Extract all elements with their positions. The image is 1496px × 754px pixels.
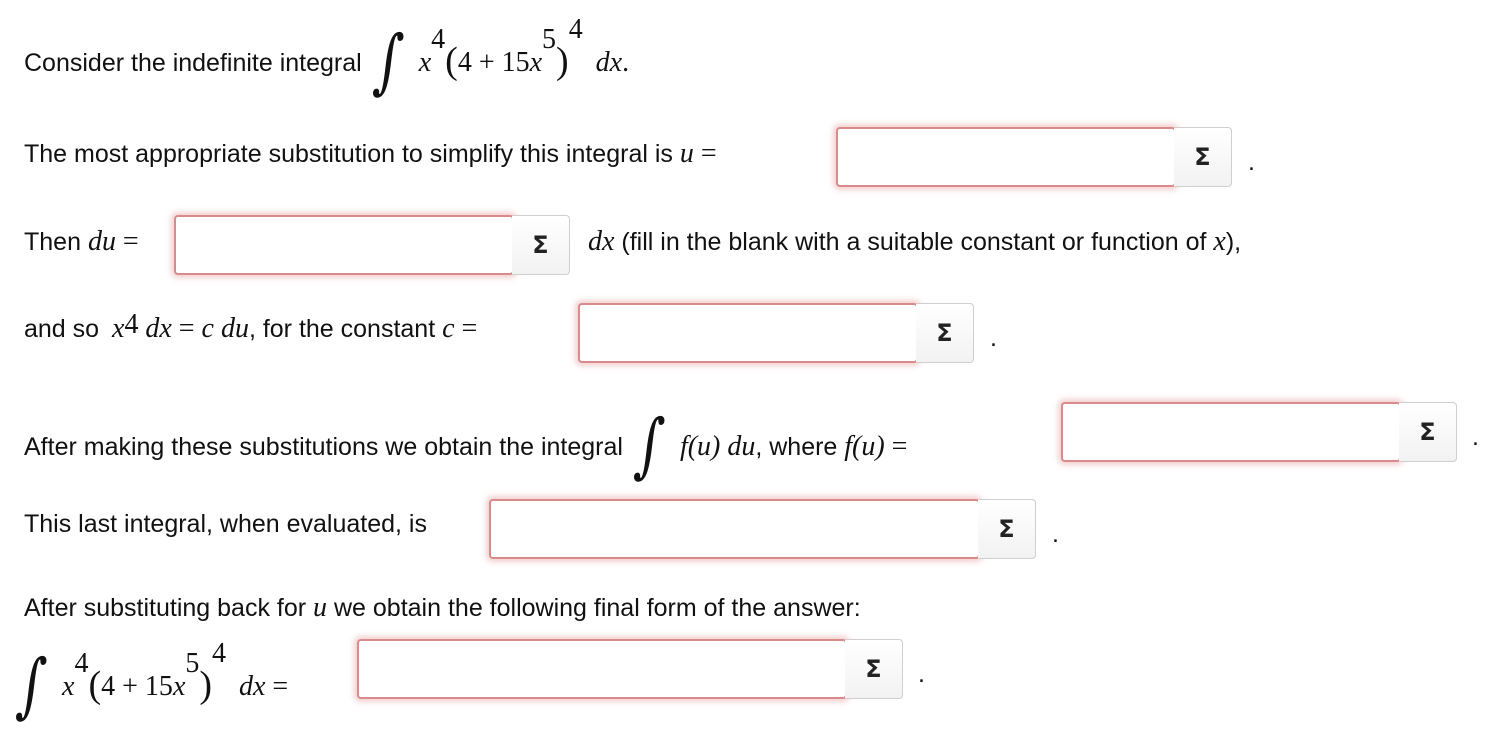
- close-paren: ): [556, 40, 569, 82]
- fu-symbol: f(u): [679, 431, 721, 462]
- dx-symbol: dx: [595, 47, 623, 78]
- var-u: u: [313, 592, 328, 623]
- constant-prompt: and so x4 dx = c du, for the constant c …: [24, 309, 478, 345]
- period: .: [622, 47, 630, 78]
- prompt-text: we obtain the following final form of th…: [334, 594, 861, 622]
- equals: =: [700, 138, 717, 169]
- fu-prompt: After making these substitutions we obta…: [24, 406, 908, 487]
- equals: =: [272, 671, 289, 702]
- prompt-text: and so: [24, 315, 100, 343]
- var-u: u: [679, 138, 694, 169]
- equals: =: [891, 431, 908, 462]
- var-x: x: [172, 671, 186, 702]
- prompt-text: , where: [755, 433, 838, 461]
- close-paren-comma: ),: [1225, 228, 1242, 256]
- prompt-text: (fill in the blank with a suitable const…: [621, 228, 1207, 256]
- du-symbol: du: [727, 431, 756, 462]
- sigma-icon: Σ: [532, 231, 549, 259]
- final-integral: ∫ x4(4 + 15x5)4 dx =: [14, 638, 289, 727]
- sigma-icon: Σ: [865, 655, 882, 683]
- exp-5: 5: [542, 24, 557, 55]
- sigma-button[interactable]: Σ: [1174, 127, 1232, 187]
- equals: =: [178, 313, 195, 344]
- final-answer-input[interactable]: [357, 639, 847, 699]
- fu-symbol: f(u): [844, 431, 885, 462]
- question-integral: Consider the indefinite integral ∫ x4(4 …: [24, 14, 630, 103]
- prompt-text: , for the constant: [248, 315, 436, 343]
- du-symbol: du: [87, 226, 116, 257]
- var-x: x: [1213, 226, 1226, 257]
- prompt-text: The most appropriate substitution to sim…: [24, 140, 673, 168]
- exp-4: 4: [124, 309, 139, 340]
- sigma-button[interactable]: Σ: [512, 215, 570, 275]
- var-c: c: [201, 313, 214, 344]
- sigma-icon: Σ: [936, 319, 953, 347]
- intro-text: Consider the indefinite integral: [24, 49, 362, 77]
- period: .: [918, 660, 925, 688]
- du-prompt-start: Then du =: [24, 226, 139, 258]
- prompt-text: After substituting back for: [24, 594, 307, 622]
- final-prompt: After substituting back for u we obtain …: [24, 592, 861, 624]
- var-x: x: [62, 671, 75, 702]
- sigma-icon: Σ: [1419, 418, 1436, 446]
- du-prompt-end: dx (fill in the blank with a suitable co…: [588, 226, 1241, 258]
- sigma-button[interactable]: Σ: [845, 639, 903, 699]
- open-paren: (: [445, 40, 458, 82]
- period: .: [990, 324, 997, 352]
- u-input[interactable]: [836, 127, 1176, 187]
- exp-4: 4: [431, 24, 446, 55]
- outer-exp-4: 4: [568, 14, 583, 45]
- period: .: [1472, 423, 1479, 451]
- exp-5: 5: [185, 648, 200, 679]
- var-x: x: [112, 313, 125, 344]
- du-symbol: du: [220, 313, 249, 344]
- integral-sign-icon: ∫: [631, 405, 668, 487]
- period: .: [1052, 520, 1059, 548]
- coeff-text: 4 + 15: [457, 47, 530, 78]
- sigma-button[interactable]: Σ: [916, 303, 974, 363]
- open-paren: (: [88, 664, 102, 706]
- prompt-text: After making these substitutions we obta…: [24, 433, 623, 461]
- var-c: c: [442, 313, 455, 344]
- evaluated-input[interactable]: [489, 499, 980, 559]
- exp-4: 4: [74, 648, 89, 679]
- var-x: x: [418, 47, 432, 78]
- period: .: [1248, 148, 1255, 176]
- integral-sign-icon: ∫: [13, 645, 50, 727]
- du-input[interactable]: [174, 215, 514, 275]
- substitution-prompt: The most appropriate substitution to sim…: [24, 138, 717, 170]
- prompt-text: This last integral, when evaluated, is: [24, 510, 427, 538]
- sigma-button[interactable]: Σ: [1399, 402, 1457, 462]
- dx-symbol: dx: [145, 313, 172, 344]
- equals: =: [122, 226, 139, 257]
- close-paren: ): [199, 664, 213, 706]
- fu-input[interactable]: [1061, 402, 1401, 462]
- sigma-icon: Σ: [1194, 143, 1211, 171]
- prompt-text: Then: [24, 228, 81, 256]
- outer-exp-4: 4: [212, 638, 227, 669]
- var-x: x: [529, 47, 543, 78]
- sigma-button[interactable]: Σ: [978, 499, 1036, 559]
- evaluated-prompt: This last integral, when evaluated, is: [24, 510, 427, 539]
- dx-symbol: dx: [238, 671, 266, 702]
- coeff-text: 4 + 15: [101, 671, 173, 702]
- integral-sign-icon: ∫: [370, 21, 406, 103]
- equals: =: [461, 313, 478, 344]
- c-input[interactable]: [578, 303, 918, 363]
- sigma-icon: Σ: [998, 515, 1015, 543]
- dx-symbol: dx: [588, 226, 615, 257]
